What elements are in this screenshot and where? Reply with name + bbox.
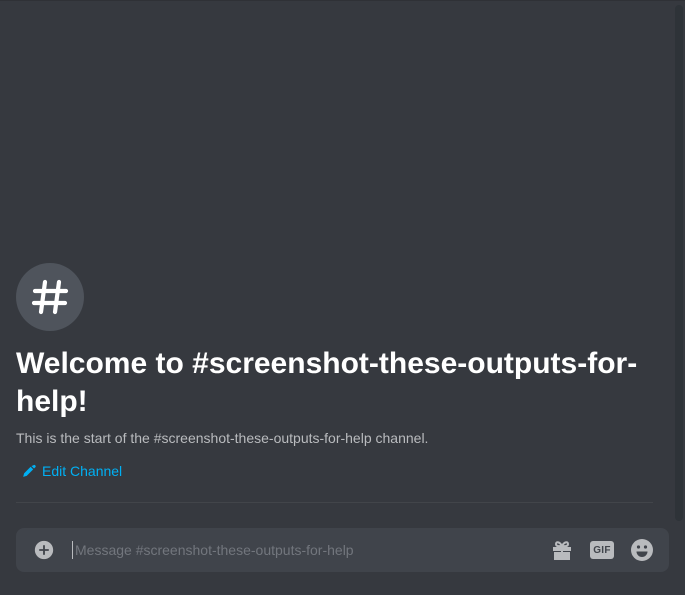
channel-avatar bbox=[16, 263, 84, 331]
channel-welcome: Welcome to #screenshot-these-outputs-for… bbox=[16, 263, 656, 483]
hashtag-icon bbox=[31, 279, 69, 315]
gif-icon: GIF bbox=[590, 541, 614, 559]
edit-channel-label: Edit Channel bbox=[42, 463, 123, 479]
add-circle-icon bbox=[34, 540, 54, 560]
divider bbox=[16, 502, 653, 503]
gif-button[interactable]: GIF bbox=[589, 537, 615, 563]
emoji-button[interactable] bbox=[629, 537, 655, 563]
welcome-subtitle: This is the start of the #screenshot-the… bbox=[16, 430, 429, 446]
upload-button[interactable] bbox=[16, 528, 72, 572]
scrollbar[interactable] bbox=[675, 5, 683, 521]
composer-buttons: GIF bbox=[541, 537, 669, 563]
gift-icon bbox=[553, 541, 571, 560]
emoji-icon bbox=[631, 539, 653, 561]
gift-button[interactable] bbox=[549, 537, 575, 563]
welcome-title: Welcome to #screenshot-these-outputs-for… bbox=[16, 347, 638, 418]
edit-channel-button[interactable]: Edit Channel bbox=[16, 461, 126, 481]
pencil-icon bbox=[23, 464, 36, 477]
chat-area: Welcome to #screenshot-these-outputs-for… bbox=[0, 0, 685, 595]
message-input[interactable] bbox=[72, 541, 541, 559]
message-composer: GIF bbox=[16, 528, 669, 572]
